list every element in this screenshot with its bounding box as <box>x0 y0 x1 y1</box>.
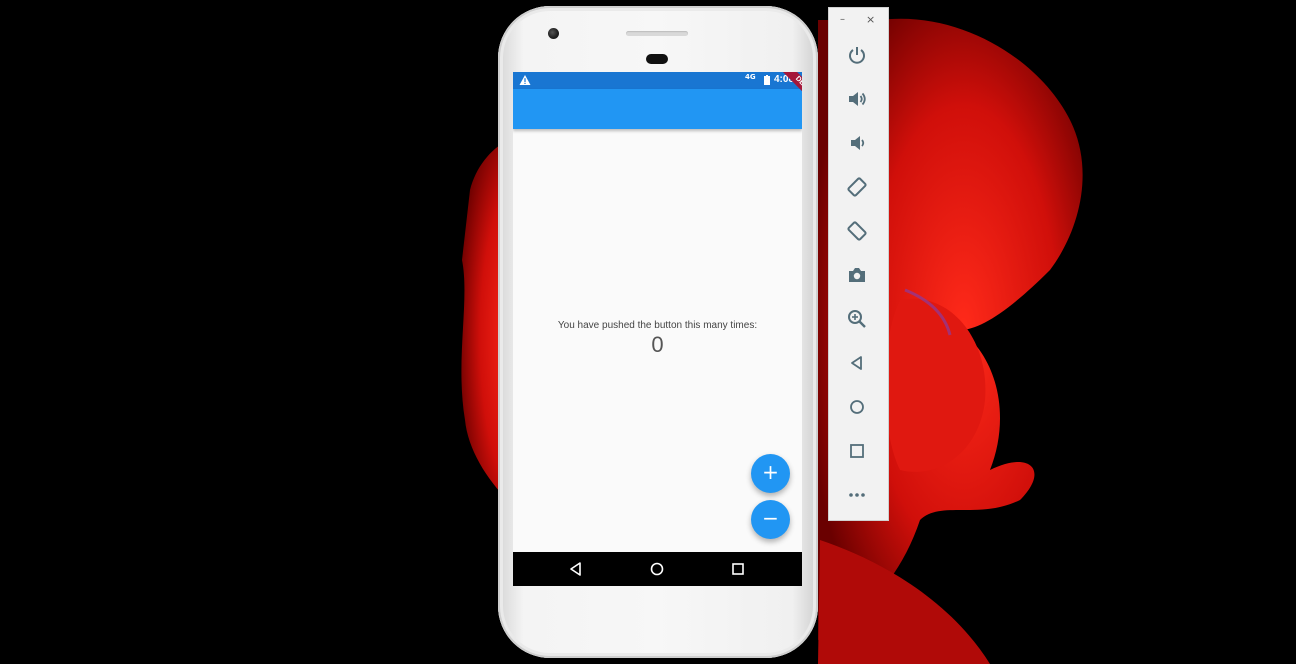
app-bar <box>513 89 802 129</box>
back-icon[interactable] <box>846 352 868 374</box>
status-bar: 4G 4:08 <box>513 72 802 89</box>
android-nav-bar <box>513 552 802 586</box>
volume-up-icon[interactable] <box>846 88 868 110</box>
recents-icon[interactable] <box>730 561 746 577</box>
decrement-button[interactable]: − <box>751 500 790 539</box>
counter-value: 0 <box>651 332 664 357</box>
zoom-icon[interactable] <box>846 308 868 330</box>
front-camera <box>548 28 559 39</box>
network-indicator: 4G <box>745 73 756 81</box>
speaker-grille <box>626 31 688 36</box>
close-button[interactable]: × <box>866 13 875 26</box>
counter-label: You have pushed the button this many tim… <box>557 320 758 331</box>
rotate-right-icon[interactable] <box>846 220 868 242</box>
camera-icon[interactable] <box>846 264 868 286</box>
rotate-left-icon[interactable] <box>846 176 868 198</box>
overview-icon[interactable] <box>846 440 868 462</box>
home-icon[interactable] <box>846 396 868 418</box>
power-icon[interactable] <box>846 44 868 66</box>
phone-screen: 4G 4:08 DEBUG You have pushed the button… <box>513 72 802 586</box>
more-icon[interactable] <box>846 484 868 506</box>
warning-icon <box>519 75 531 85</box>
volume-down-icon[interactable] <box>846 132 868 154</box>
earpiece <box>646 54 668 64</box>
minimize-button[interactable]: – <box>840 14 845 25</box>
increment-button[interactable]: + <box>751 454 790 493</box>
battery-icon <box>764 75 770 85</box>
home-icon[interactable] <box>649 561 665 577</box>
back-icon[interactable] <box>568 561 584 577</box>
